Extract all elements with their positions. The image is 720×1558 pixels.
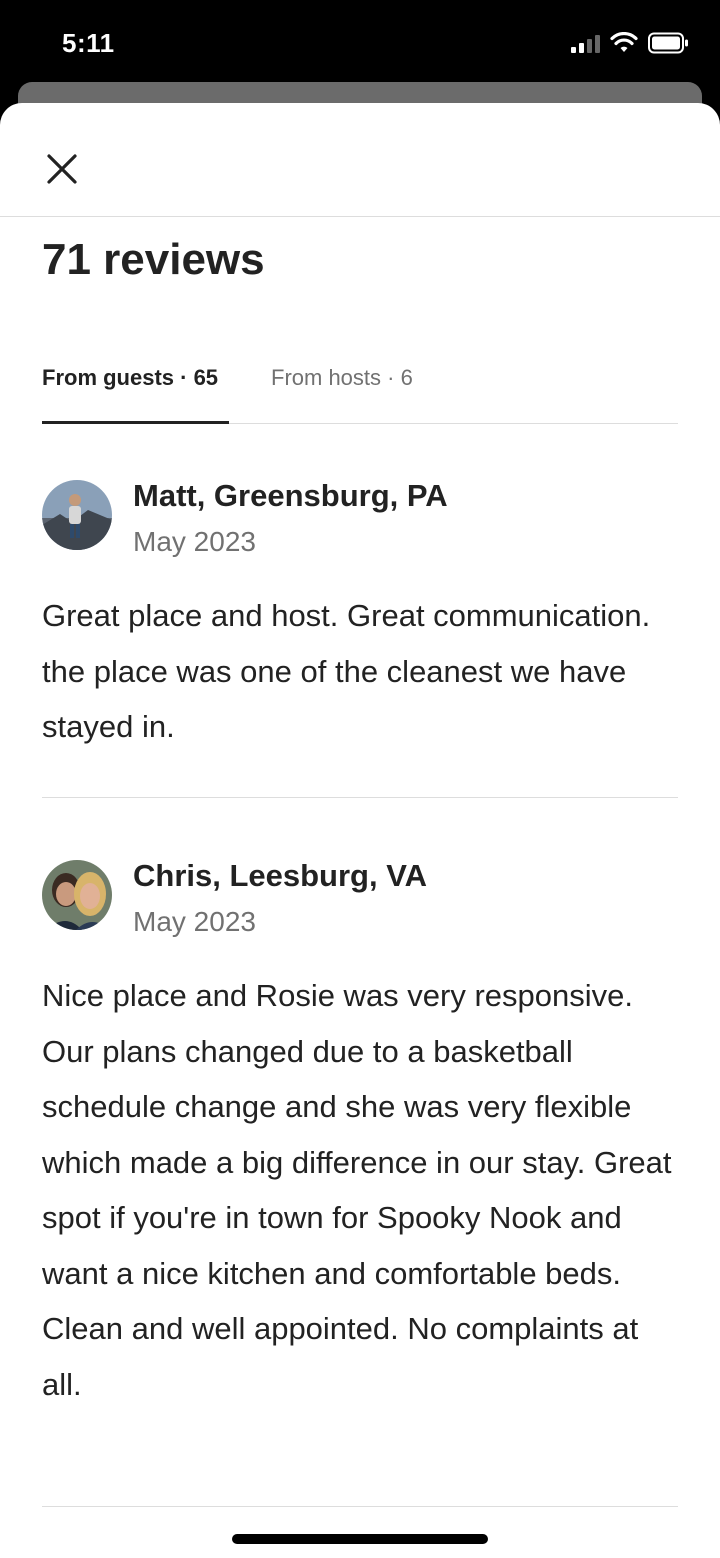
tab-from-guests[interactable]: From guests · 65 (42, 365, 218, 423)
review-text: Great place and host. Great communicatio… (42, 598, 651, 744)
tab-from-hosts[interactable]: From hosts · 6 (271, 365, 413, 423)
status-bar: 5:11 (0, 0, 720, 90)
reviewer: Matt, Greensburg, PA May 2023 (42, 476, 678, 562)
close-icon (47, 154, 77, 184)
review-item: Chris, Leesburg, VA May 2023 Nice place … (42, 856, 678, 1412)
close-button[interactable] (38, 145, 86, 193)
review-item: Matt, Greensburg, PA May 2023 Great plac… (42, 476, 678, 755)
wifi-icon (610, 32, 638, 52)
battery-icon (648, 32, 688, 54)
reviewer-info: Matt, Greensburg, PA May 2023 (133, 476, 448, 562)
reviewer-name: Chris, Leesburg, VA (133, 858, 427, 893)
status-time: 5:11 (62, 28, 115, 58)
modal-header (0, 103, 720, 217)
avatar[interactable] (42, 480, 112, 550)
review-text: Nice place and Rosie was very responsive… (42, 978, 672, 1402)
avatar[interactable] (42, 860, 112, 930)
review-divider (42, 1506, 678, 1507)
review-divider (42, 797, 678, 798)
cellular-signal-icon (571, 33, 600, 53)
reviews-modal: 71 reviews From guests · 65 From hosts ·… (0, 103, 720, 1558)
home-indicator[interactable] (232, 1534, 488, 1544)
review-date: May 2023 (133, 906, 256, 937)
review-date: May 2023 (133, 526, 256, 557)
page-title: 71 reviews (42, 235, 265, 284)
active-tab-indicator (42, 421, 229, 424)
reviewer-info: Chris, Leesburg, VA May 2023 (133, 856, 427, 942)
reviewer-name: Matt, Greensburg, PA (133, 478, 448, 513)
status-icons (571, 30, 690, 56)
reviewer: Chris, Leesburg, VA May 2023 (42, 856, 678, 942)
review-tabs: From guests · 65 From hosts · 6 (42, 359, 678, 424)
